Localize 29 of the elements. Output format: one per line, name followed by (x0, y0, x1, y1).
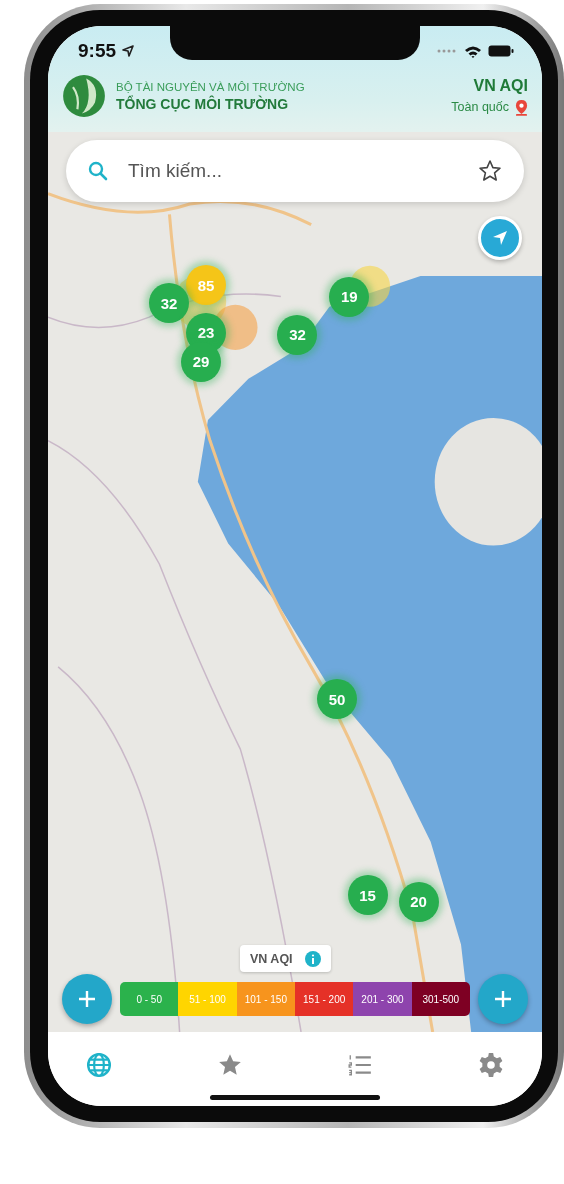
aqi-range: 51 - 100 (178, 982, 237, 1016)
info-icon[interactable] (304, 950, 321, 967)
settings-icon (477, 1052, 504, 1078)
search-input[interactable]: Tìm kiếm... (126, 159, 460, 183)
region-selector[interactable]: Toàn quốc (451, 100, 509, 114)
status-time: 9:55 (78, 40, 117, 62)
aqi-range: 101 - 150 (236, 982, 295, 1016)
plus-icon (493, 989, 513, 1009)
aqi-range: 201 - 300 (353, 982, 412, 1016)
numbered-list-icon (347, 1052, 374, 1078)
aqi-range: 0 - 50 (120, 982, 179, 1016)
globe-icon (86, 1052, 112, 1078)
search-field[interactable]: Tìm kiếm... (66, 140, 524, 202)
aqi-range: 301-500 (411, 982, 470, 1016)
leaf-logo-icon (62, 74, 106, 118)
wifi-icon (464, 44, 482, 58)
aqi-range: 151 - 200 (295, 982, 354, 1016)
plus-icon (77, 989, 97, 1009)
star-icon[interactable] (478, 159, 502, 183)
ministry-name: BỘ TÀI NGUYÊN VÀ MÔI TRƯỜNG (116, 80, 305, 93)
legend-title-chip: VN AQI (240, 945, 331, 972)
search-icon (88, 161, 108, 181)
index-name: VN AQI (473, 76, 528, 95)
navigation-arrow-icon (492, 230, 508, 246)
signal-icon (436, 48, 458, 54)
map-pin-icon (515, 98, 528, 116)
location-arrow-icon (122, 45, 135, 57)
battery-icon (488, 45, 514, 57)
agency-name: TỔNG CỤC MÔI TRƯỜNG (116, 95, 290, 112)
